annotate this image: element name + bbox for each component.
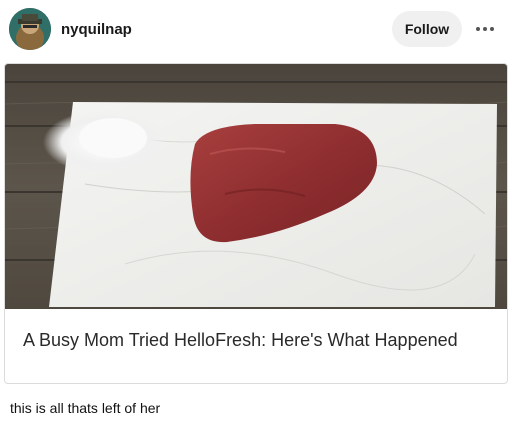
avatar-icon [9,8,51,50]
dot [476,27,480,31]
link-card-title[interactable]: A Busy Mom Tried HelloFresh: Here's What… [23,328,483,352]
avatar[interactable] [9,8,51,50]
username[interactable]: nyquilnap [61,21,132,38]
card-image [5,64,507,309]
link-card[interactable]: A Busy Mom Tried HelloFresh: Here's What… [4,63,508,384]
post-caption: this is all thats left of her [10,400,161,416]
post: nyquilnap Follow A Busy Mom Tried HelloF… [0,0,512,430]
post-header: nyquilnap Follow [0,0,512,60]
dot [483,27,487,31]
follow-button[interactable]: Follow [392,11,462,47]
more-options-icon[interactable] [472,16,498,42]
dot [490,27,494,31]
